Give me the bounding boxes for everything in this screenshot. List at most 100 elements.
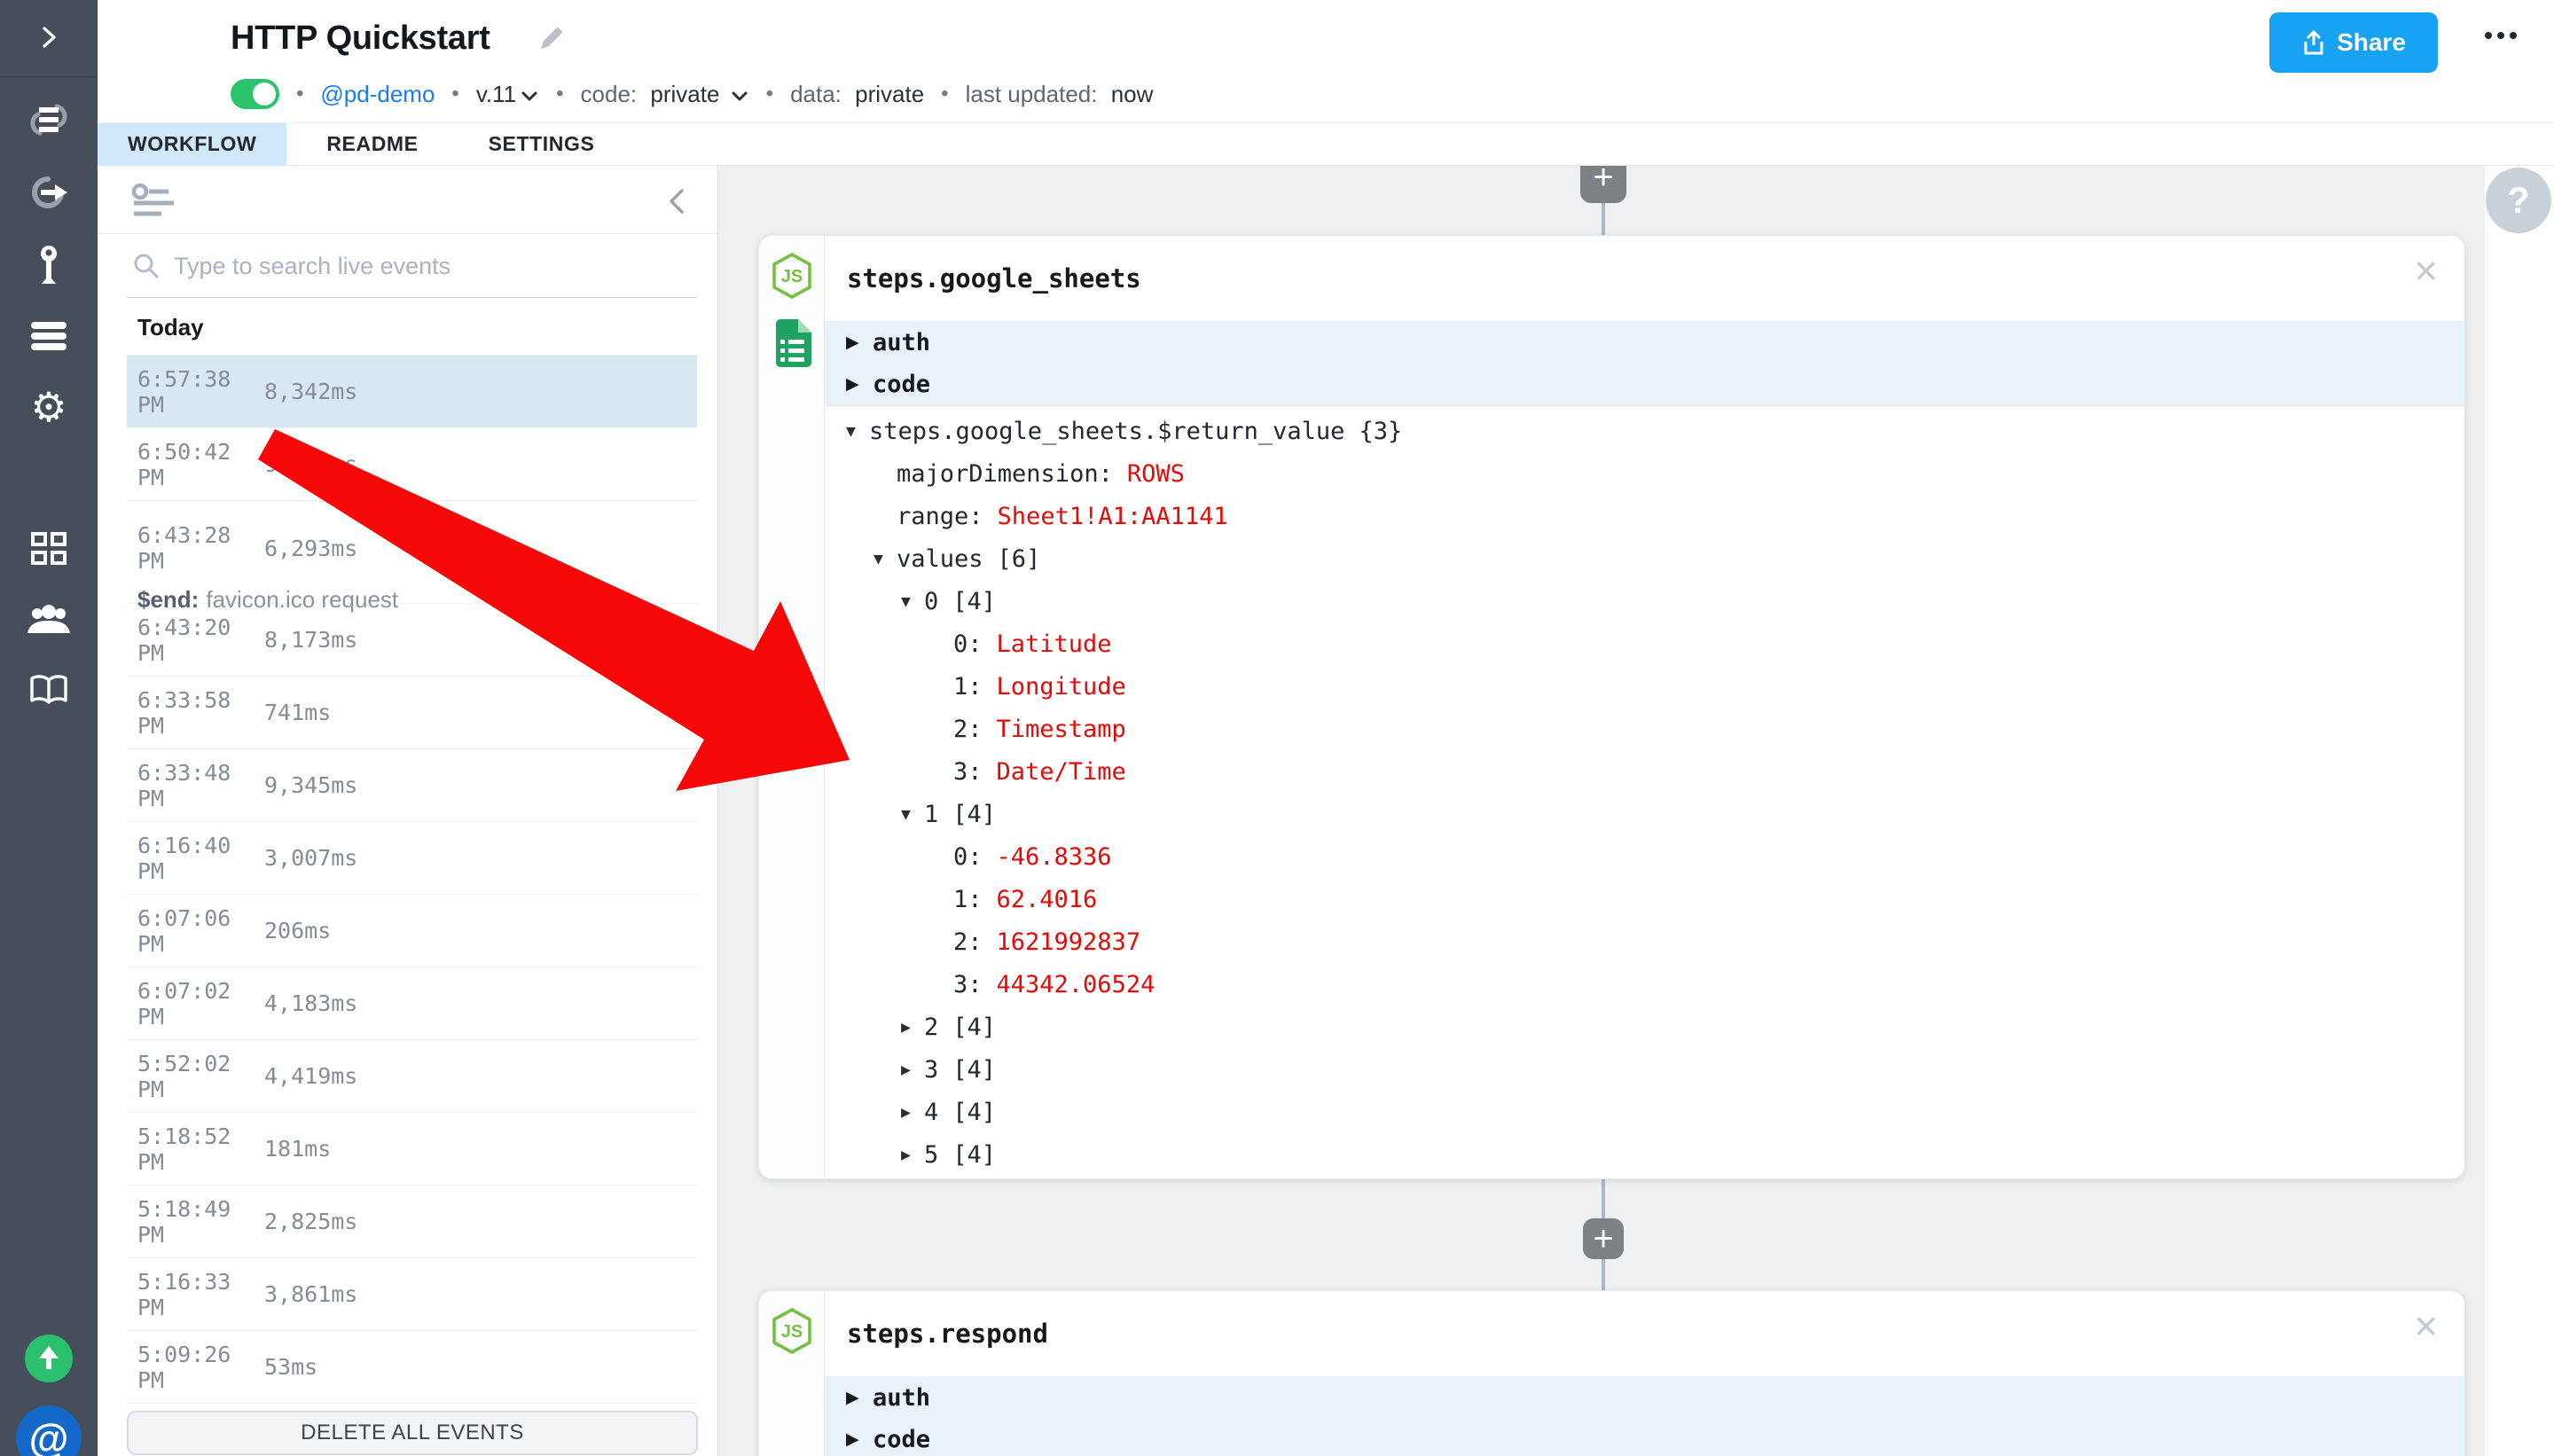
workflow-active-toggle[interactable] (231, 79, 279, 109)
code-visibility-dropdown[interactable]: code: private (581, 81, 749, 108)
toggle-knob (253, 82, 276, 106)
json-tree-row[interactable]: ▼steps.google_sheets.$return_value{3} (826, 410, 2464, 452)
tab-settings[interactable]: SETTINGS (458, 123, 625, 165)
sidebar-item-apps[interactable] (0, 525, 98, 573)
auth-accordion-row[interactable]: ▶ auth (826, 1376, 2464, 1419)
json-tree-row[interactable]: ▶2[4] (826, 1006, 2464, 1048)
event-time: 6:57:38 PM (137, 366, 264, 418)
tab-workflow[interactable]: WORKFLOW (98, 123, 286, 165)
caret-icon[interactable]: ▶ (901, 1061, 924, 1079)
help-button[interactable]: ? (2486, 168, 2551, 233)
events-toolbar (98, 166, 717, 234)
caret-icon[interactable]: ▶ (901, 1103, 924, 1122)
collapse-panel-button[interactable] (666, 187, 687, 220)
json-tree-row[interactable]: ▶4[4] (826, 1091, 2464, 1133)
event-time: 6:43:28 PM (137, 522, 264, 574)
json-tree-row[interactable]: ▼1[4] (826, 793, 2464, 835)
data-visibility: data: private (790, 81, 924, 108)
sidebar-item-accounts[interactable] (0, 241, 98, 289)
auth-accordion-row[interactable]: ▶ auth (826, 321, 2464, 364)
add-step-button[interactable]: + (1580, 166, 1626, 203)
caret-icon[interactable]: ▶ (901, 1146, 924, 1164)
json-tree-row[interactable]: ▶3[4] (826, 1048, 2464, 1091)
event-row[interactable]: 5:52:02 PM 4,419ms (127, 1040, 697, 1113)
event-row[interactable]: 6:43:28 PM 6,293ms $end:favicon.ico requ… (127, 501, 697, 604)
event-time: 5:18:49 PM (137, 1196, 264, 1248)
event-row[interactable]: 6:50:42 PM 9,142ms (127, 428, 697, 501)
close-step-button[interactable]: × (2414, 250, 2438, 291)
key-icon (35, 244, 63, 286)
caret-icon[interactable]: ▼ (846, 422, 869, 441)
delete-all-events-button[interactable]: DELETE ALL EVENTS (127, 1411, 698, 1455)
event-row[interactable]: 6:33:48 PM 9,345ms (127, 749, 697, 822)
share-button[interactable]: Share (2269, 12, 2438, 73)
more-options-button[interactable] (2485, 32, 2517, 39)
event-duration: 4,183ms (264, 990, 357, 1016)
json-tree-row[interactable]: 1:62.4016 (826, 878, 2464, 920)
json-tree-row[interactable]: 0:Latitude (826, 622, 2464, 665)
json-tree-row[interactable]: ▼values[6] (826, 537, 2464, 580)
event-row[interactable]: 5:18:49 PM 2,825ms (127, 1186, 697, 1258)
event-row[interactable]: 6:16:40 PM 3,007ms (127, 822, 697, 895)
meta-separator: • (766, 82, 773, 106)
sidebar-item-workflows[interactable] (0, 96, 98, 144)
tab-readme[interactable]: README (296, 123, 448, 165)
event-duration: 3,861ms (264, 1281, 357, 1307)
add-step-button[interactable]: + (1583, 1218, 1624, 1259)
user-avatar[interactable]: @ (0, 1405, 98, 1456)
close-step-button[interactable]: × (2414, 1305, 2438, 1346)
event-row[interactable]: 6:07:02 PM 4,183ms (127, 967, 697, 1040)
code-accordion-row[interactable]: ▶ code (826, 364, 2464, 406)
search-input[interactable] (174, 253, 635, 280)
chevron-down-icon (520, 90, 539, 102)
event-row[interactable]: 6:43:20 PM 8,173ms (127, 604, 697, 677)
caret-icon[interactable]: ▼ (901, 592, 924, 611)
event-row[interactable]: 6:33:58 PM 741ms (127, 677, 697, 749)
sidebar-item-settings[interactable]: ⚙ (0, 383, 98, 431)
json-tree-row[interactable]: 0:-46.8336 (826, 835, 2464, 878)
version-dropdown[interactable]: v.11 (476, 81, 539, 108)
event-time: 5:52:02 PM (137, 1051, 264, 1102)
event-search-row (98, 234, 717, 298)
json-tree-row[interactable]: 3:Date/Time (826, 750, 2464, 793)
event-duration: 4,419ms (264, 1063, 357, 1089)
event-row[interactable]: 5:09:26 PM 53ms (127, 1331, 697, 1404)
ellipsis-icon (2510, 32, 2517, 39)
edit-title-button[interactable] (537, 25, 565, 58)
event-time: 6:50:42 PM (137, 439, 264, 490)
caret-icon[interactable]: ▶ (901, 1018, 924, 1037)
chevron-left-icon (666, 187, 687, 215)
book-icon (28, 674, 69, 708)
event-duration: 6,293ms (264, 536, 357, 561)
json-tree-row[interactable]: 2:Timestamp (826, 708, 2464, 750)
workflow-tab-bar: WORKFLOW README SETTINGS (98, 122, 2554, 166)
event-row[interactable]: 5:16:33 PM 3,861ms (127, 1258, 697, 1331)
event-row-selected[interactable]: 6:57:38 PM 8,342ms (127, 356, 697, 428)
json-tree-row[interactable]: 3:44342.06524 (826, 963, 2464, 1006)
json-tree-row[interactable]: majorDimension:ROWS (826, 452, 2464, 495)
caret-icon[interactable]: ▼ (901, 805, 924, 824)
meta-separator: • (296, 82, 303, 106)
filter-events-button[interactable] (131, 184, 181, 223)
sidebar-item-community[interactable] (0, 596, 98, 644)
owner-link[interactable]: @pd-demo (320, 81, 435, 108)
sidebar-item-docs[interactable] (0, 667, 98, 715)
json-tree-row[interactable]: ▶5[4] (826, 1133, 2464, 1176)
sidebar-item-sql[interactable] (0, 312, 98, 360)
json-tree-row[interactable]: 1:Longitude (826, 665, 2464, 708)
event-time: 5:18:52 PM (137, 1123, 264, 1175)
sidebar-item-sources[interactable] (0, 168, 98, 216)
json-tree-row[interactable]: 2:1621992837 (826, 920, 2464, 963)
caret-icon[interactable]: ▼ (874, 550, 897, 568)
code-accordion-row[interactable]: ▶ code (826, 1419, 2464, 1456)
event-row[interactable]: 6:07:06 PM 206ms (127, 895, 697, 967)
app-window: ⚙ @ (0, 0, 2554, 1456)
question-mark-icon: ? (2507, 179, 2530, 222)
expand-sidebar-button[interactable] (0, 20, 98, 55)
json-tree-row[interactable]: ▼0[4] (826, 580, 2464, 622)
deploy-status-button[interactable] (0, 1334, 98, 1383)
event-duration: 2,825ms (264, 1209, 357, 1234)
event-time: 6:33:48 PM (137, 760, 264, 811)
event-row[interactable]: 5:18:52 PM 181ms (127, 1113, 697, 1186)
json-tree-row[interactable]: range:Sheet1!A1:AA1141 (826, 495, 2464, 537)
